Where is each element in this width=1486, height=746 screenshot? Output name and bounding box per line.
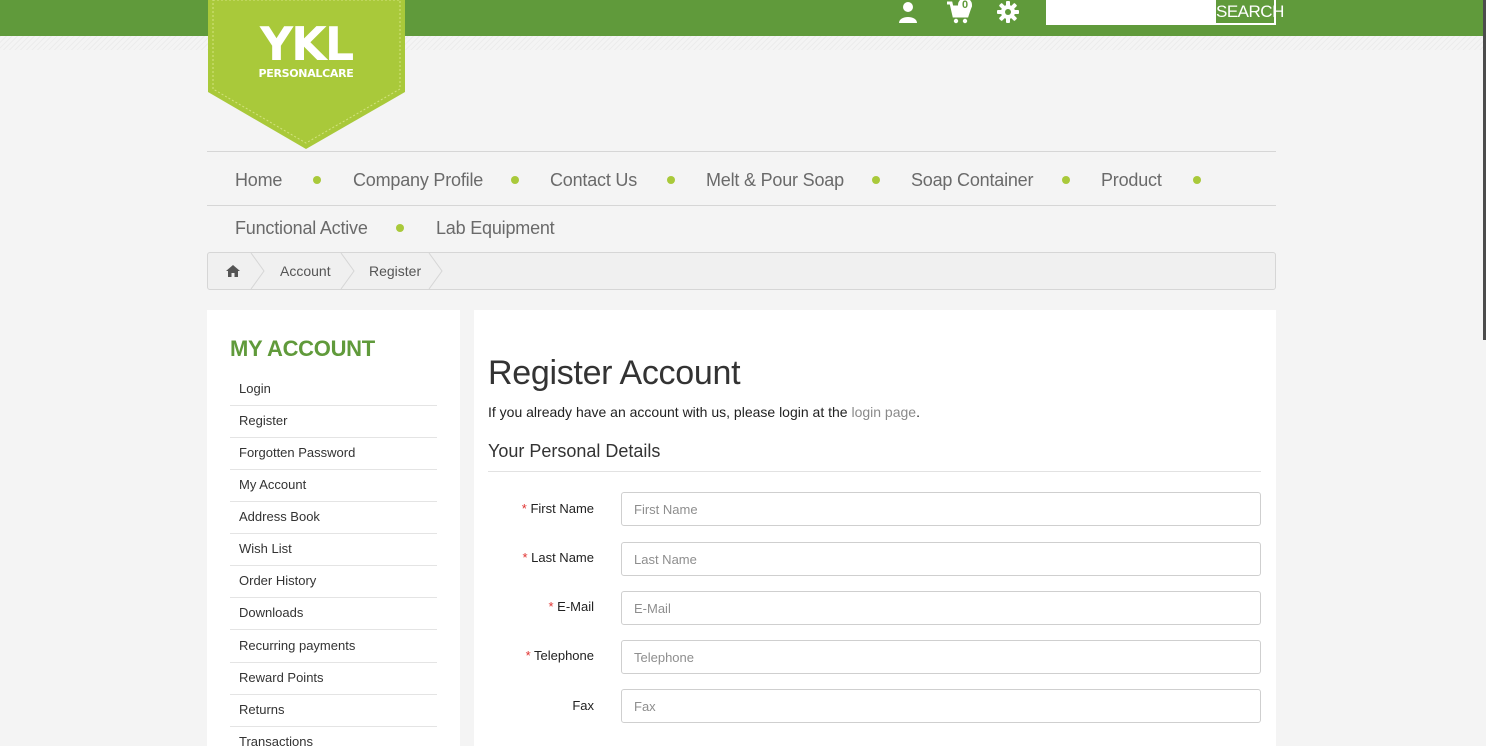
sidebar-item-register[interactable]: Register	[230, 406, 437, 438]
nav-item-soap-container[interactable]: Soap Container	[911, 170, 1033, 191]
nav-item-product[interactable]: Product	[1101, 170, 1162, 191]
sidebar-item-wish-list[interactable]: Wish List	[230, 534, 437, 566]
last-name-field[interactable]	[621, 542, 1261, 576]
sidebar-item-forgotten-password[interactable]: Forgotten Password	[230, 438, 437, 470]
sidebar-title: MY ACCOUNT	[230, 336, 375, 361]
breadcrumb-account[interactable]: Account	[280, 253, 331, 289]
logo-subtext: PERSONALCARE	[258, 67, 354, 80]
nav-bullet	[667, 176, 675, 184]
telephone-label: * Telephone	[525, 648, 594, 663]
nav-bullet	[1193, 176, 1201, 184]
logo-text: YKL	[259, 17, 354, 71]
last-name-label: * Last Name	[522, 550, 594, 565]
sidebar-item-transactions[interactable]: Transactions	[230, 727, 437, 746]
main-navigation: Home Company Profile Contact Us Melt & P…	[207, 151, 1276, 249]
user-icon[interactable]	[896, 0, 922, 26]
sidebar-item-login[interactable]: Login	[230, 374, 437, 406]
home-icon[interactable]	[226, 253, 240, 289]
nav-bullet	[511, 176, 519, 184]
search-button[interactable]: SEARCH	[1214, 0, 1284, 25]
sidebar-item-recurring-payments[interactable]: Recurring payments	[230, 631, 437, 663]
login-prompt: If you already have an account with us, …	[488, 404, 920, 420]
breadcrumb-separator	[428, 253, 443, 289]
login-prompt-end: .	[916, 404, 920, 420]
email-field[interactable]	[621, 591, 1261, 625]
breadcrumb: Account Register	[207, 252, 1276, 290]
fax-field[interactable]	[621, 689, 1261, 723]
first-name-label: * First Name	[521, 501, 594, 516]
sidebar-item-downloads[interactable]: Downloads	[230, 598, 437, 630]
sidebar-item-order-history[interactable]: Order History	[230, 566, 437, 598]
fax-label: Fax	[572, 698, 594, 713]
nav-item-company-profile[interactable]: Company Profile	[353, 170, 483, 191]
nav-item-contact-us[interactable]: Contact Us	[550, 170, 637, 191]
sidebar-item-address-book[interactable]: Address Book	[230, 502, 437, 534]
breadcrumb-separator	[250, 253, 265, 289]
nav-bullet	[396, 224, 404, 232]
nav-item-home[interactable]: Home	[235, 170, 282, 191]
email-label: * E-Mail	[548, 599, 594, 614]
nav-item-lab-equipment[interactable]: Lab Equipment	[436, 218, 555, 239]
account-sidebar: MY ACCOUNT Login Register Forgotten Pass…	[207, 310, 460, 746]
first-name-field[interactable]	[621, 492, 1261, 526]
section-divider	[488, 471, 1261, 472]
sidebar-item-my-account[interactable]: My Account	[230, 470, 437, 502]
sidebar-item-returns[interactable]: Returns	[230, 695, 437, 727]
telephone-field[interactable]	[621, 640, 1261, 674]
register-form-panel: Register Account If you already have an …	[474, 310, 1276, 746]
nav-bullet	[872, 176, 880, 184]
cart-icon[interactable]: 0	[946, 0, 973, 26]
gear-icon[interactable]	[996, 0, 1022, 26]
login-page-link[interactable]: login page	[851, 404, 916, 420]
nav-divider	[207, 151, 1276, 152]
login-prompt-text: If you already have an account with us, …	[488, 404, 852, 420]
section-title: Your Personal Details	[488, 441, 661, 461]
nav-divider	[207, 205, 1276, 206]
nav-bullet	[1062, 176, 1070, 184]
page-title: Register Account	[488, 354, 741, 392]
sidebar-item-reward-points[interactable]: Reward Points	[230, 663, 437, 695]
nav-bullet	[313, 176, 321, 184]
nav-item-melt-pour-soap[interactable]: Melt & Pour Soap	[706, 170, 844, 191]
nav-item-functional-active[interactable]: Functional Active	[235, 218, 368, 239]
breadcrumb-register[interactable]: Register	[369, 253, 421, 289]
search-input[interactable]	[1046, 0, 1214, 25]
logo[interactable]: YKL PERSONALCARE	[207, 0, 406, 150]
breadcrumb-separator	[340, 253, 355, 289]
